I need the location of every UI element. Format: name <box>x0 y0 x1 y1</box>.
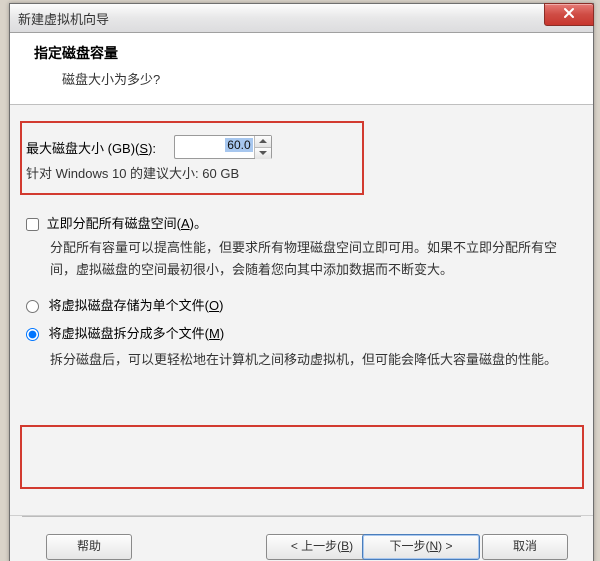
allocate-now-label[interactable]: 立即分配所有磁盘空间(A)。 <box>47 216 207 231</box>
disk-size-label: 最大磁盘大小 (GB)(S): <box>26 138 156 157</box>
disk-size-value[interactable]: 60.0 <box>225 138 252 152</box>
disk-size-row: 最大磁盘大小 (GB)(S): 60.0 <box>26 135 272 159</box>
wizard-body: 最大磁盘大小 (GB)(S): 60.0 针对 Windows 10 的建议大小… <box>10 105 593 561</box>
wizard-header: 指定磁盘容量 磁盘大小为多少? <box>10 33 593 105</box>
allocate-now-description: 分配所有容量可以提高性能，但要求所有物理磁盘空间立即可用。如果不立即分配所有空间… <box>50 237 573 281</box>
help-button[interactable]: 帮助 <box>46 534 132 560</box>
header-title: 指定磁盘容量 <box>34 43 577 63</box>
next-button[interactable]: 下一步(N) > <box>362 534 480 560</box>
cancel-button[interactable]: 取消 <box>482 534 568 560</box>
header-subtitle: 磁盘大小为多少? <box>62 69 577 88</box>
window-title: 新建虚拟机向导 <box>18 9 109 28</box>
highlight-box-split <box>20 425 584 489</box>
store-single-radio[interactable] <box>26 300 39 313</box>
close-icon <box>562 6 576 20</box>
wizard-footer: 帮助 < 上一步(B) 下一步(N) > 取消 <box>10 515 593 561</box>
close-button[interactable] <box>544 3 594 26</box>
chevron-down-icon <box>259 151 267 155</box>
recommended-size-text: 针对 Windows 10 的建议大小: 60 GB <box>26 163 239 182</box>
store-single-row: 将虚拟磁盘存储为单个文件(O) <box>26 295 223 314</box>
title-bar: 新建虚拟机向导 <box>10 4 593 33</box>
footer-divider <box>22 516 581 517</box>
spinner-down-button[interactable] <box>255 147 271 159</box>
disk-size-spinner[interactable]: 60.0 <box>174 135 272 159</box>
allocate-now-checkbox[interactable] <box>26 218 39 231</box>
store-split-description: 拆分磁盘后，可以更轻松地在计算机之间移动虚拟机，但可能会降低大容量磁盘的性能。 <box>50 349 573 371</box>
store-split-radio[interactable] <box>26 328 39 341</box>
allocate-now-row: 立即分配所有磁盘空间(A)。 <box>26 213 207 232</box>
store-split-row: 将虚拟磁盘拆分成多个文件(M) <box>26 323 224 342</box>
store-split-label[interactable]: 将虚拟磁盘拆分成多个文件(M) <box>49 326 225 341</box>
wizard-window: 新建虚拟机向导 指定磁盘容量 磁盘大小为多少? 最大磁盘大小 (GB)(S): … <box>9 3 594 561</box>
store-single-label[interactable]: 将虚拟磁盘存储为单个文件(O) <box>49 298 224 313</box>
spinner-up-button[interactable] <box>255 136 271 147</box>
chevron-up-icon <box>259 139 267 143</box>
